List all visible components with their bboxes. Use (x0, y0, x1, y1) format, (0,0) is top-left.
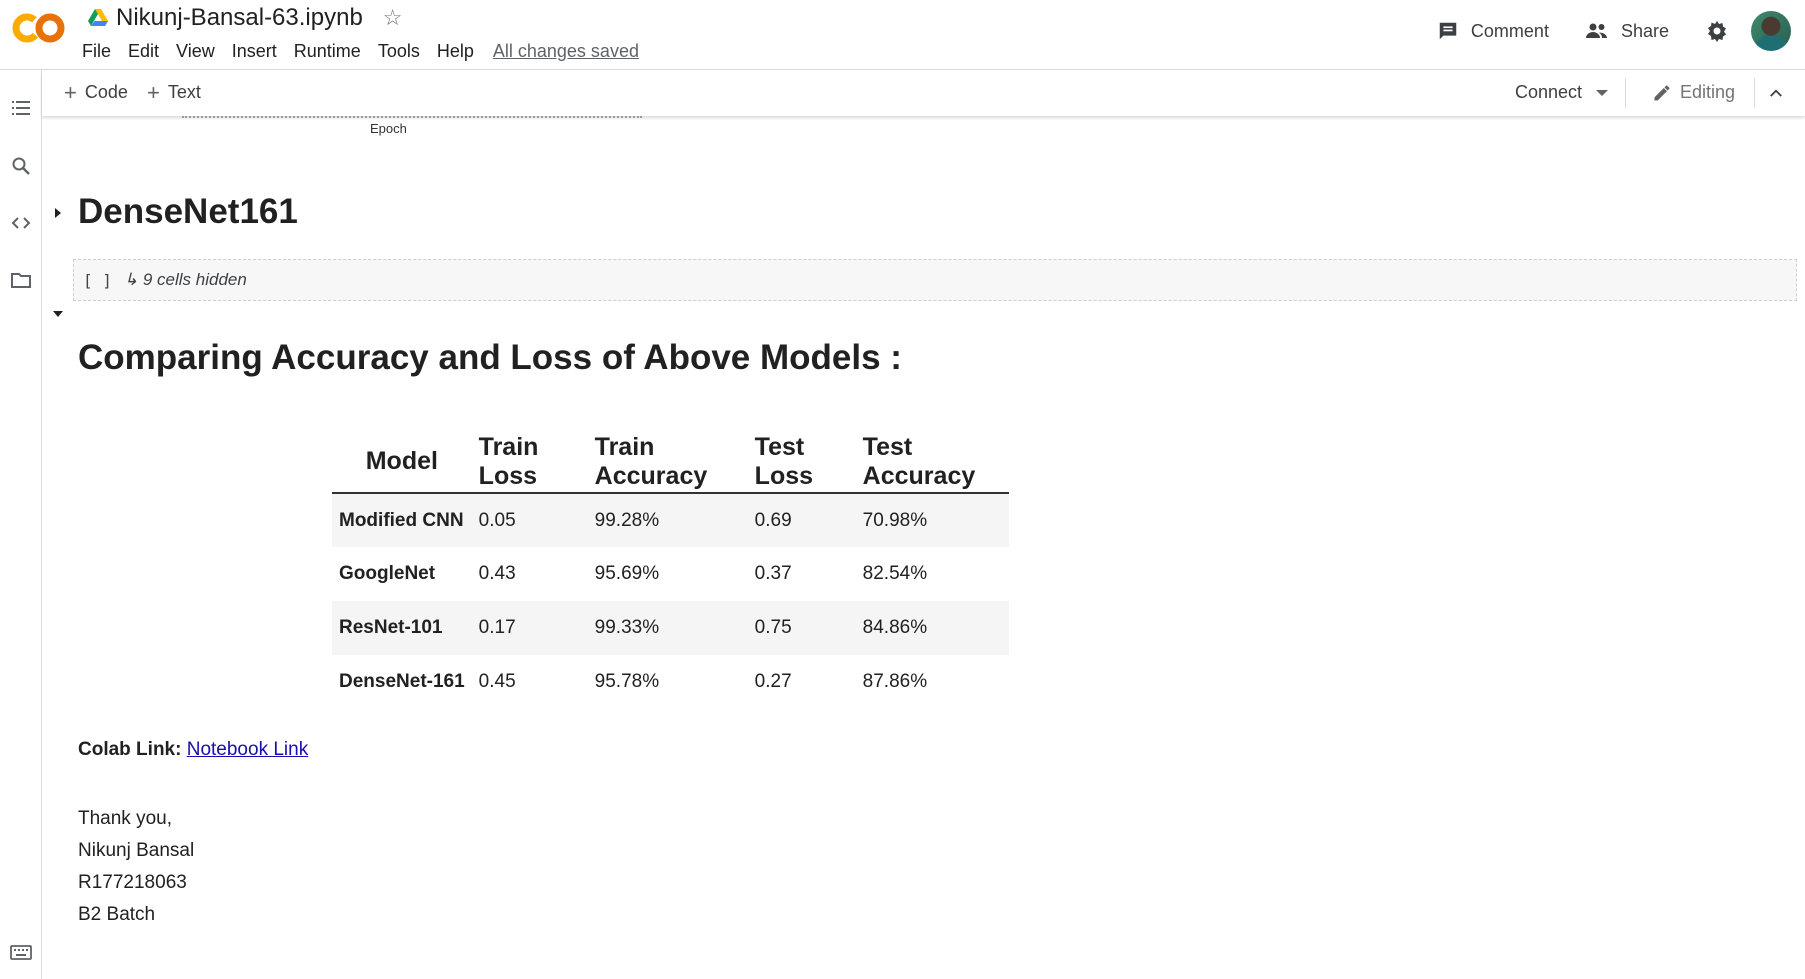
left-sidebar (0, 70, 42, 979)
header-actions: Comment Share (1437, 0, 1805, 62)
model-name-cell: DenseNet-161 (339, 671, 465, 692)
people-icon (1585, 23, 1607, 38)
train-loss-cell: 0.05 (478, 509, 516, 531)
menu-bar: File Edit View Insert Runtime Tools Help… (82, 38, 639, 64)
test-loss-cell: 0.37 (754, 563, 792, 584)
column-header-train-loss: Train Loss (478, 432, 539, 490)
test-accuracy-cell: 70.98% (862, 509, 928, 531)
cell-run-brackets[interactable]: [ ] (83, 271, 112, 290)
notebook-title[interactable]: Nikunj-Bansal-63.ipynb (116, 4, 363, 32)
editing-label: Editing (1680, 82, 1736, 102)
train-accuracy-cell: 99.28% (594, 509, 660, 531)
notebook-content: Epoch DenseNet161 [ ] ↳ 9 cells hidden C… (42, 116, 1805, 979)
plus-icon: + (147, 79, 160, 105)
toolbar-divider (1754, 78, 1755, 108)
train-loss-cell: 0.43 (478, 563, 516, 584)
google-drive-icon (88, 9, 108, 26)
model-name-cell: Modified CNN (339, 509, 464, 531)
train-accuracy-cell: 99.33% (594, 617, 660, 638)
menu-file[interactable]: File (82, 41, 111, 62)
title-row: Nikunj-Bansal-63.ipynb ☆ (88, 2, 403, 34)
editing-mode-button[interactable]: Editing (1652, 82, 1735, 103)
table-row: ResNet-101 0.17 99.33% 0.75 84.86% (332, 601, 1009, 655)
test-loss-cell: 0.75 (754, 617, 792, 638)
colab-link-label: Colab Link: (78, 739, 182, 760)
cut-off-chart-ticks (182, 116, 642, 118)
train-loss-cell: 0.17 (478, 617, 516, 638)
connect-runtime-button[interactable]: Connect (1515, 82, 1609, 103)
add-text-cell-button[interactable]: + Text (147, 79, 201, 105)
chevron-up-icon[interactable] (1767, 84, 1785, 102)
comment-button[interactable]: Comment (1437, 20, 1549, 42)
hidden-cells-bar[interactable]: [ ] ↳ 9 cells hidden (73, 259, 1797, 301)
search-icon[interactable] (9, 154, 33, 178)
connect-label: Connect (1515, 82, 1583, 102)
signature-line: Thank you, (78, 808, 172, 829)
test-loss-cell: 0.69 (754, 509, 792, 531)
share-button[interactable]: Share (1585, 21, 1669, 42)
add-text-label: Text (167, 82, 201, 102)
section-collapse-arrow-icon[interactable] (50, 306, 66, 322)
files-folder-icon[interactable] (9, 268, 33, 292)
settings-gear-icon[interactable] (1705, 19, 1729, 43)
save-status-link[interactable]: All changes saved (493, 41, 639, 62)
column-header-model: Model (365, 447, 438, 475)
signature-name: Nikunj Bansal (78, 840, 195, 861)
table-of-contents-icon[interactable] (9, 96, 33, 120)
colab-link-line: Colab Link: Notebook Link (78, 739, 308, 761)
test-loss-cell: 0.27 (754, 671, 792, 692)
notebook-link[interactable]: Notebook Link (187, 739, 308, 760)
column-header-test-loss: Test Loss (754, 432, 814, 490)
menu-tools[interactable]: Tools (378, 41, 420, 62)
signature-roll-number: R177218063 (78, 872, 187, 893)
menu-help[interactable]: Help (437, 41, 474, 62)
column-header-test-accuracy: Test Accuracy (862, 432, 976, 490)
user-avatar[interactable] (1751, 11, 1791, 51)
train-accuracy-cell: 95.78% (594, 671, 660, 692)
terminal-keyboard-icon[interactable] (9, 940, 33, 964)
test-accuracy-cell: 82.54% (862, 563, 928, 584)
table-row: DenseNet-161 0.45 95.78% 0.27 87.86% (332, 655, 1009, 709)
menu-runtime[interactable]: Runtime (294, 41, 361, 62)
table-header-row: Model Train Loss Train Accuracy Test Los… (332, 431, 1009, 493)
toolbar-divider (1625, 78, 1626, 108)
code-snippets-icon[interactable] (9, 211, 33, 235)
test-accuracy-cell: 84.86% (862, 617, 928, 638)
share-label: Share (1620, 20, 1669, 41)
chevron-down-icon[interactable] (1596, 89, 1609, 96)
model-name-cell: GoogleNet (339, 563, 436, 584)
star-icon[interactable]: ☆ (383, 5, 403, 31)
section-heading-comparison: Comparing Accuracy and Loss of Above Mod… (78, 338, 902, 377)
train-loss-cell: 0.45 (478, 671, 516, 692)
section-heading-densenet161: DenseNet161 (78, 192, 298, 231)
test-accuracy-cell: 87.86% (862, 671, 928, 692)
pencil-icon (1654, 85, 1670, 100)
menu-edit[interactable]: Edit (128, 41, 159, 62)
model-name-cell: ResNet-101 (339, 617, 443, 638)
column-header-train-accuracy: Train Accuracy (594, 432, 708, 490)
hidden-cells-count[interactable]: ↳ 9 cells hidden (124, 270, 247, 290)
cut-off-chart-axis-label: Epoch (370, 121, 407, 136)
section-expand-arrow-icon[interactable] (50, 205, 66, 221)
signature-batch: B2 Batch (78, 904, 156, 925)
plus-icon: + (64, 79, 77, 105)
comment-icon (1439, 22, 1457, 40)
colab-logo-icon[interactable] (10, 10, 66, 46)
add-code-cell-button[interactable]: + Code (64, 79, 128, 105)
add-code-label: Code (84, 82, 128, 102)
model-comparison-table: Model Train Loss Train Accuracy Test Los… (332, 431, 1009, 709)
notebook-toolbar: + Code + Text Connect Editing (42, 70, 1805, 116)
table-row: GoogleNet 0.43 95.69% 0.37 82.54% (332, 547, 1009, 601)
train-accuracy-cell: 95.69% (594, 563, 660, 584)
app-header: Nikunj-Bansal-63.ipynb ☆ File Edit View … (0, 0, 1805, 70)
comment-label: Comment (1470, 20, 1549, 41)
menu-insert[interactable]: Insert (232, 41, 277, 62)
menu-view[interactable]: View (176, 41, 215, 62)
table-row: Modified CNN 0.05 99.28% 0.69 70.98% (332, 493, 1009, 547)
